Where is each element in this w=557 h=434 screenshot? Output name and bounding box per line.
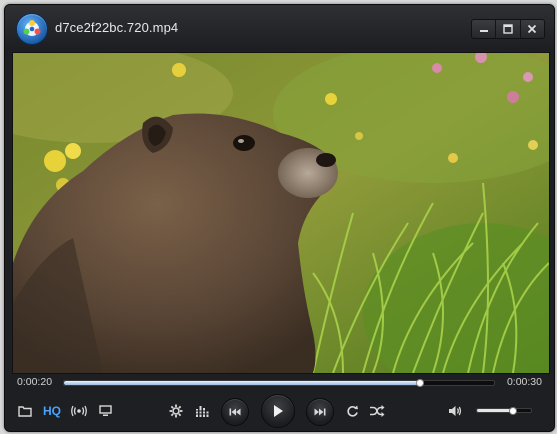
current-time: 0:00:20 [17, 376, 53, 388]
open-file-button[interactable] [15, 401, 35, 421]
hq-toggle-button[interactable]: HQ [39, 401, 65, 421]
maximize-icon [503, 24, 513, 34]
window-controls [471, 19, 545, 39]
title-bar[interactable]: d7ce2f22bc.720.mp4 [5, 5, 554, 50]
minimize-button[interactable] [472, 20, 497, 38]
next-button[interactable] [306, 398, 334, 426]
seek-bar-progress [64, 381, 420, 385]
mute-button[interactable] [445, 401, 465, 421]
repeat-button[interactable] [342, 401, 362, 421]
repeat-icon [346, 405, 358, 417]
volume-thumb[interactable] [509, 407, 518, 415]
control-bar: HQ [5, 393, 554, 431]
next-icon [314, 408, 326, 416]
close-button[interactable] [521, 20, 544, 38]
gear-icon [169, 404, 183, 418]
shuffle-button[interactable] [366, 401, 388, 421]
seek-bar-thumb[interactable] [416, 379, 425, 387]
broadcast-icon [71, 405, 87, 417]
shuffle-icon [370, 405, 385, 417]
total-duration: 0:00:30 [506, 376, 542, 388]
window-title: d7ce2f22bc.720.mp4 [55, 20, 179, 35]
previous-button[interactable] [221, 398, 249, 426]
monitor-icon [98, 405, 112, 416]
maximize-button[interactable] [496, 20, 521, 38]
media-player-logo-icon[interactable] [16, 13, 48, 45]
speaker-icon [449, 406, 462, 416]
folder-icon [18, 406, 32, 417]
player-window: d7ce2f22bc.720.mp4 0:00:20 0:00:30 HQ [4, 4, 555, 432]
close-icon [528, 24, 537, 34]
volume-slider[interactable] [476, 407, 532, 415]
volume-level [477, 409, 513, 412]
stream-button[interactable] [67, 401, 91, 421]
play-button[interactable] [261, 394, 295, 428]
seek-row: 0:00:20 0:00:30 [5, 374, 554, 392]
equalizer-icon [195, 406, 209, 417]
settings-button[interactable] [166, 401, 186, 421]
play-icon [274, 405, 283, 417]
screen-mode-button[interactable] [95, 401, 115, 421]
previous-icon [229, 408, 241, 416]
seek-bar[interactable] [63, 379, 495, 387]
minimize-icon [479, 30, 488, 32]
video-frame [13, 53, 549, 373]
equalizer-button[interactable] [192, 401, 212, 421]
video-area[interactable] [12, 52, 550, 374]
